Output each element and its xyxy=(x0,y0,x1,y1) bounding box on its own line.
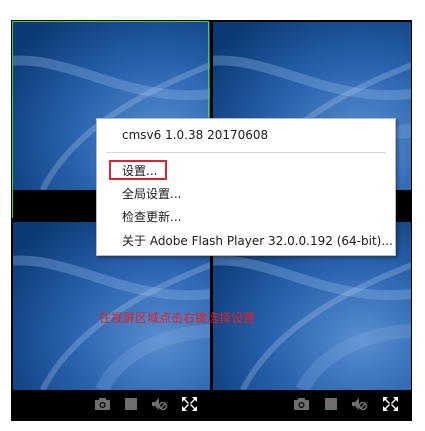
menu-divider xyxy=(106,152,386,153)
fullscreen-icon[interactable] xyxy=(181,396,198,412)
fullscreen-icon[interactable] xyxy=(382,396,399,412)
context-menu: cmsv6 1.0.38 20170608 设置... 全局设置... 检查更新… xyxy=(96,118,396,256)
pane-toolbar-3 xyxy=(13,390,210,418)
camera-icon[interactable] xyxy=(293,396,310,412)
pane-toolbar-4 xyxy=(213,390,411,418)
menu-item-about-flash[interactable]: 关于 Adobe Flash Player 32.0.0.192 (64-bit… xyxy=(122,233,393,249)
mute-icon[interactable] xyxy=(351,396,368,412)
menu-item-check-updates[interactable]: 检查更新... xyxy=(122,209,181,225)
menu-version-header: cmsv6 1.0.38 20170608 xyxy=(122,128,269,142)
mute-icon[interactable] xyxy=(151,396,168,412)
record-stop-icon[interactable] xyxy=(123,396,140,412)
camera-icon[interactable] xyxy=(94,396,111,412)
record-stop-icon[interactable] xyxy=(323,396,340,412)
menu-item-settings[interactable]: 设置... xyxy=(122,163,157,179)
menu-item-global-settings[interactable]: 全局设置... xyxy=(122,186,181,202)
annotation-text: 在视屏区域点击右键选择设置 xyxy=(99,311,256,325)
